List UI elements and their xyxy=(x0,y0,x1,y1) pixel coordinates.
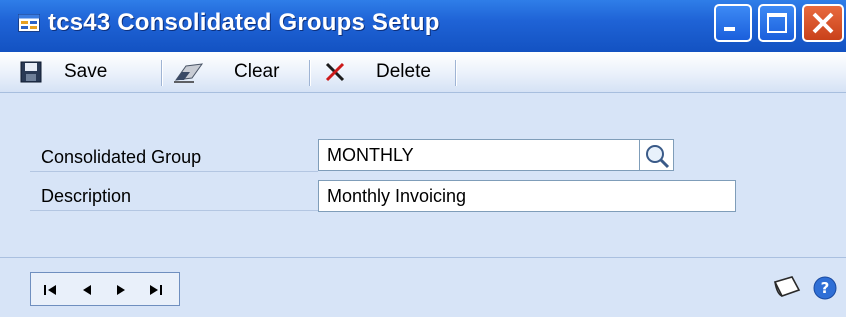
save-button[interactable]: Save xyxy=(20,52,107,92)
toolbar-separator xyxy=(309,60,311,86)
toolbar-separator xyxy=(455,60,457,86)
next-record-icon[interactable] xyxy=(111,280,131,300)
consolidated-group-field[interactable]: MONTHLY xyxy=(318,139,640,171)
note-icon[interactable] xyxy=(772,274,802,302)
delete-label: Delete xyxy=(376,61,431,82)
description-label-cell: Description xyxy=(30,181,318,211)
description-field[interactable]: Monthly Invoicing xyxy=(318,180,736,212)
toolbar-separator xyxy=(161,60,163,86)
help-icon[interactable]: ? xyxy=(812,275,838,301)
delete-x-icon xyxy=(325,62,345,82)
status-bar: ? xyxy=(0,257,846,317)
close-button[interactable] xyxy=(802,4,844,42)
consolidated-group-value: MONTHLY xyxy=(327,145,414,165)
toolbar: Save Clear Delete xyxy=(0,52,846,93)
save-icon xyxy=(20,61,42,83)
description-label: Description xyxy=(41,186,132,206)
consolidated-group-label: Consolidated Group xyxy=(41,147,202,167)
maximize-icon xyxy=(767,13,787,33)
description-value: Monthly Invoicing xyxy=(327,186,467,206)
first-record-icon[interactable] xyxy=(41,280,61,300)
maximize-button[interactable] xyxy=(758,4,796,42)
clear-button[interactable]: Clear xyxy=(172,52,279,92)
consolidated-groups-window: tcs43 Consolidated Groups Setup Save Cle… xyxy=(0,0,846,317)
minimize-button[interactable] xyxy=(714,4,752,42)
eraser-icon xyxy=(174,63,204,83)
close-icon xyxy=(812,12,834,34)
minimize-icon xyxy=(724,27,735,31)
record-navigation xyxy=(30,272,180,306)
title-bar: tcs43 Consolidated Groups Setup xyxy=(0,0,846,52)
svg-text:?: ? xyxy=(821,279,830,297)
delete-button[interactable]: Delete xyxy=(324,52,431,92)
window-title: tcs43 Consolidated Groups Setup xyxy=(48,9,440,36)
last-record-icon[interactable] xyxy=(145,280,165,300)
save-label: Save xyxy=(64,61,108,82)
magnifier-icon xyxy=(646,145,670,169)
clear-label: Clear xyxy=(234,61,280,82)
lookup-button[interactable] xyxy=(640,139,674,171)
consolidated-group-label-cell: Consolidated Group xyxy=(30,142,318,172)
form-window-icon xyxy=(18,14,40,32)
previous-record-icon[interactable] xyxy=(77,280,97,300)
